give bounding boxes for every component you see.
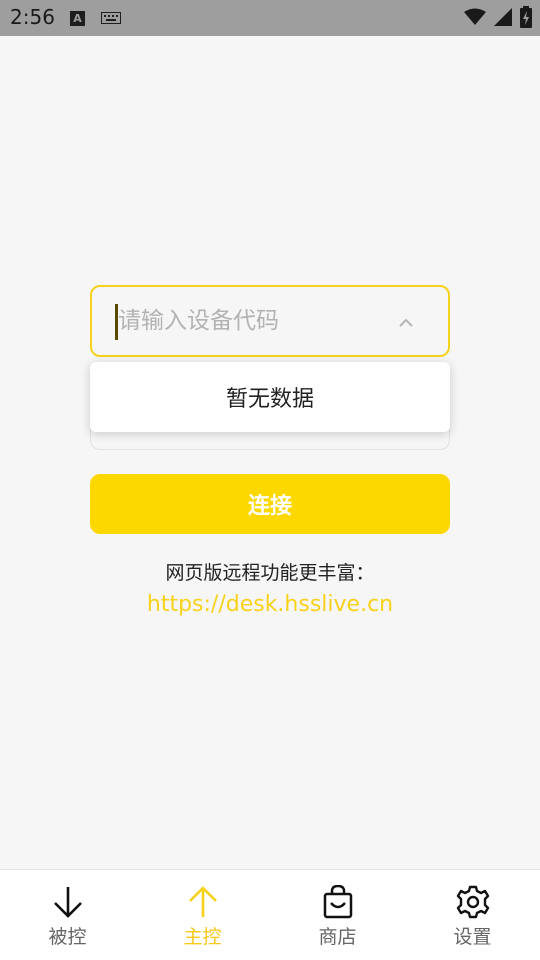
nav-label-settings: 设置 [453,926,492,948]
keyboard-a-icon: A [70,11,85,26]
web-link[interactable]: https://desk.hsslive.cn [0,592,540,617]
nav-label-controlled: 被控 [48,926,87,948]
nav-item-settings[interactable]: 设置 [405,870,540,960]
wifi-icon [464,8,486,30]
status-time: 2:56 [10,5,55,29]
nav-label-store: 商店 [318,926,357,948]
arrow-up-icon [187,884,219,920]
bottom-nav: 被控 主控 商店 设置 [0,869,540,960]
nav-label-control: 主控 [183,926,222,948]
battery-charging-icon [520,6,532,32]
chevron-up-icon[interactable] [398,313,414,332]
web-promo-text: 网页版远程功能更丰富： [165,562,375,584]
nav-item-store[interactable]: 商店 [270,870,405,960]
device-code-combobox[interactable] [90,285,450,357]
shopping-bag-icon [323,884,353,920]
device-code-input[interactable] [118,297,388,345]
keyboard-icon [101,11,121,30]
device-dropdown: 暂无数据 [90,362,450,432]
arrow-down-icon [52,884,84,920]
connect-button[interactable]: 连接 [90,474,450,534]
nav-item-control[interactable]: 主控 [135,870,270,960]
nav-item-controlled[interactable]: 被控 [0,870,135,960]
cell-signal-icon [494,8,512,30]
status-bar: 2:56 A [0,0,540,36]
gear-icon [456,884,490,920]
empty-data-text: 暂无数据 [225,387,314,412]
